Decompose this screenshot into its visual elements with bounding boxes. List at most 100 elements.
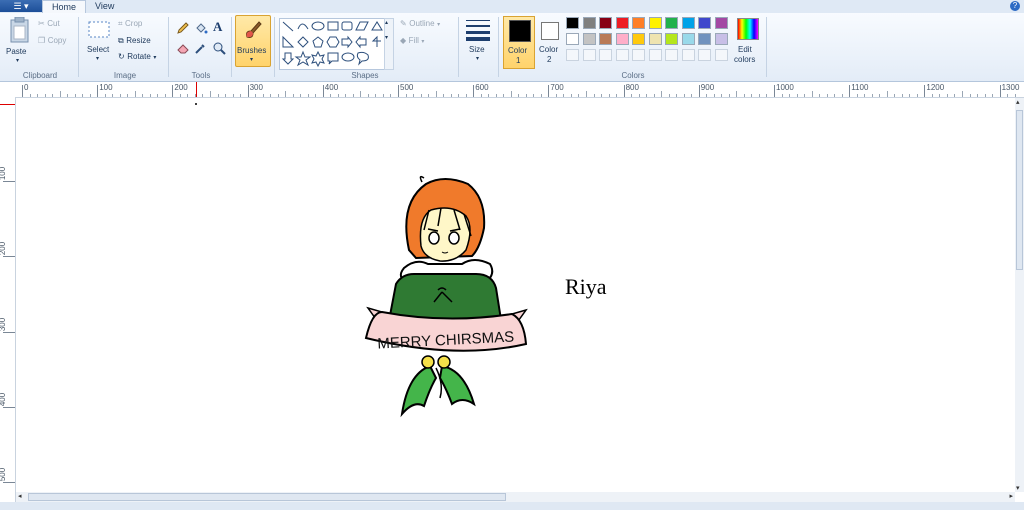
resize-button[interactable]: ⧉ Resize bbox=[118, 35, 151, 46]
vertical-scroll-thumb[interactable] bbox=[1016, 110, 1023, 270]
select-dropdown-arrow: ▾ bbox=[96, 56, 100, 62]
ruler-minor-tick bbox=[728, 94, 730, 97]
vertical-scrollbar[interactable]: ▴ ▾ bbox=[1015, 98, 1024, 492]
palette-empty-swatch[interactable] bbox=[665, 49, 678, 61]
palette-swatch[interactable] bbox=[665, 17, 678, 29]
copy-button[interactable]: ❐ Copy bbox=[38, 35, 66, 45]
palette-swatch[interactable] bbox=[648, 33, 662, 45]
crop-button[interactable]: ⌗ Crop bbox=[118, 18, 142, 29]
palette-swatch[interactable] bbox=[681, 17, 695, 29]
ruler-major-tick bbox=[698, 85, 700, 97]
palette-swatch[interactable] bbox=[698, 17, 711, 29]
palette-swatch[interactable] bbox=[582, 17, 596, 29]
drawing-canvas[interactable]: MERRY CHIRSMAS Riya bbox=[16, 98, 1015, 492]
outline-icon: ✎ bbox=[400, 19, 407, 28]
select-rectangle-icon bbox=[88, 21, 110, 38]
fill-bucket-icon[interactable] bbox=[194, 21, 208, 35]
select-button[interactable]: Select ▾ bbox=[85, 18, 113, 66]
palette-swatch[interactable] bbox=[582, 33, 596, 45]
palette-swatch[interactable] bbox=[698, 33, 711, 45]
app-menu-button[interactable]: ☰ ▾ bbox=[0, 0, 42, 12]
color1-button[interactable]: Color 1 bbox=[503, 16, 535, 69]
ruler-minor-tick bbox=[758, 94, 760, 97]
ruler-minor-tick bbox=[743, 94, 745, 97]
palette-empty-swatch[interactable] bbox=[599, 49, 612, 61]
fill-button[interactable]: ◆ Fill ▾ bbox=[400, 35, 424, 45]
palette-swatch[interactable] bbox=[599, 33, 612, 45]
color2-label: Color bbox=[539, 45, 559, 54]
palette-swatch[interactable] bbox=[648, 17, 662, 29]
text-tool-icon[interactable]: A bbox=[213, 19, 227, 35]
palette-swatch[interactable] bbox=[714, 17, 728, 29]
ruler-label: 400 bbox=[324, 83, 339, 92]
palette-swatch[interactable] bbox=[566, 33, 579, 45]
ruler-minor-tick bbox=[217, 94, 219, 97]
ruler-major-tick bbox=[849, 85, 851, 97]
horizontal-scroll-thumb[interactable] bbox=[28, 493, 506, 501]
scroll-left-arrow-icon[interactable]: ◂ bbox=[18, 492, 22, 500]
ruler-minor-tick bbox=[67, 94, 69, 97]
size-button[interactable]: Size ▾ bbox=[463, 17, 493, 67]
edit-colors-line1: Edit bbox=[738, 45, 752, 54]
color-picker-icon[interactable] bbox=[194, 41, 208, 55]
tab-home[interactable]: Home bbox=[42, 0, 87, 14]
ruler-minor-tick bbox=[255, 94, 257, 97]
ruler-major-tick bbox=[398, 85, 399, 97]
ruler-minor-tick bbox=[104, 94, 106, 97]
crop-icon: ⌗ bbox=[118, 19, 123, 28]
scroll-right-arrow-icon[interactable]: ▸ bbox=[1009, 492, 1013, 500]
tab-view[interactable]: View bbox=[86, 0, 123, 13]
palette-empty-swatch[interactable] bbox=[698, 49, 711, 61]
brushes-button[interactable]: Brushes ▾ bbox=[235, 15, 271, 67]
ruler-label: 1300 bbox=[1001, 83, 1020, 92]
rotate-button[interactable]: ↻ Rotate ▾ bbox=[118, 51, 156, 61]
ruler-minor-tick bbox=[969, 94, 971, 97]
ruler-minor-tick bbox=[134, 91, 136, 97]
ruler-minor-tick bbox=[428, 94, 430, 97]
holly-decoration bbox=[400, 355, 476, 418]
ruler-major-tick bbox=[3, 331, 15, 333]
ruler-label: 1100 bbox=[851, 83, 869, 92]
palette-empty-swatch[interactable] bbox=[681, 49, 695, 61]
palette-empty-swatch[interactable] bbox=[615, 49, 629, 61]
edit-colors-button[interactable]: Edit colors bbox=[734, 16, 762, 68]
magnifier-icon[interactable] bbox=[212, 41, 226, 55]
ruler-minor-tick bbox=[540, 94, 542, 97]
palette-empty-swatch[interactable] bbox=[648, 49, 662, 61]
ruler-minor-tick bbox=[931, 94, 933, 97]
palette-swatch[interactable] bbox=[566, 17, 579, 29]
color2-button[interactable]: Color 2 bbox=[536, 16, 564, 67]
palette-swatch[interactable] bbox=[632, 33, 645, 45]
ruler-minor-tick bbox=[1014, 94, 1016, 97]
pencil-icon[interactable] bbox=[176, 21, 190, 35]
palette-swatch[interactable] bbox=[714, 33, 728, 45]
palette-empty-swatch[interactable] bbox=[714, 49, 728, 61]
palette-empty-swatch[interactable] bbox=[632, 49, 645, 61]
cut-button[interactable]: ✂ Cut bbox=[38, 18, 60, 28]
ruler-minor-tick bbox=[480, 94, 482, 97]
image-group-label: Image bbox=[113, 71, 137, 80]
palette-swatch[interactable] bbox=[665, 33, 678, 45]
palette-swatch[interactable] bbox=[599, 17, 612, 29]
shapes-group-label: Shapes bbox=[351, 71, 379, 80]
shapes-scroll[interactable]: ▴ ▾ bbox=[384, 18, 394, 70]
palette-empty-swatch[interactable] bbox=[566, 49, 579, 61]
eraser-icon[interactable] bbox=[176, 41, 190, 55]
horizontal-scrollbar[interactable]: ◂ ▸ bbox=[16, 492, 1015, 502]
palette-empty-swatch[interactable] bbox=[582, 49, 596, 61]
palette-swatch[interactable] bbox=[632, 17, 645, 29]
palette-swatch[interactable] bbox=[615, 33, 629, 45]
ruler-minor-tick bbox=[661, 91, 663, 97]
ruler-minor-tick bbox=[345, 94, 347, 97]
ruler-major-tick bbox=[322, 85, 324, 97]
scroll-up-arrow-icon[interactable]: ▴ bbox=[1016, 98, 1020, 106]
ruler-minor-tick bbox=[871, 94, 873, 97]
ruler-minor-tick bbox=[789, 94, 791, 97]
palette-swatch[interactable] bbox=[615, 17, 629, 29]
outline-button[interactable]: ✎ Outline ▾ bbox=[400, 18, 440, 28]
palette-swatch[interactable] bbox=[681, 33, 695, 45]
scroll-down-arrow-icon[interactable]: ▾ bbox=[1016, 484, 1020, 492]
paste-button[interactable]: Paste ▾ bbox=[4, 17, 34, 67]
copy-icon: ❐ bbox=[38, 36, 46, 45]
help-icon[interactable]: ? bbox=[1010, 1, 1020, 11]
